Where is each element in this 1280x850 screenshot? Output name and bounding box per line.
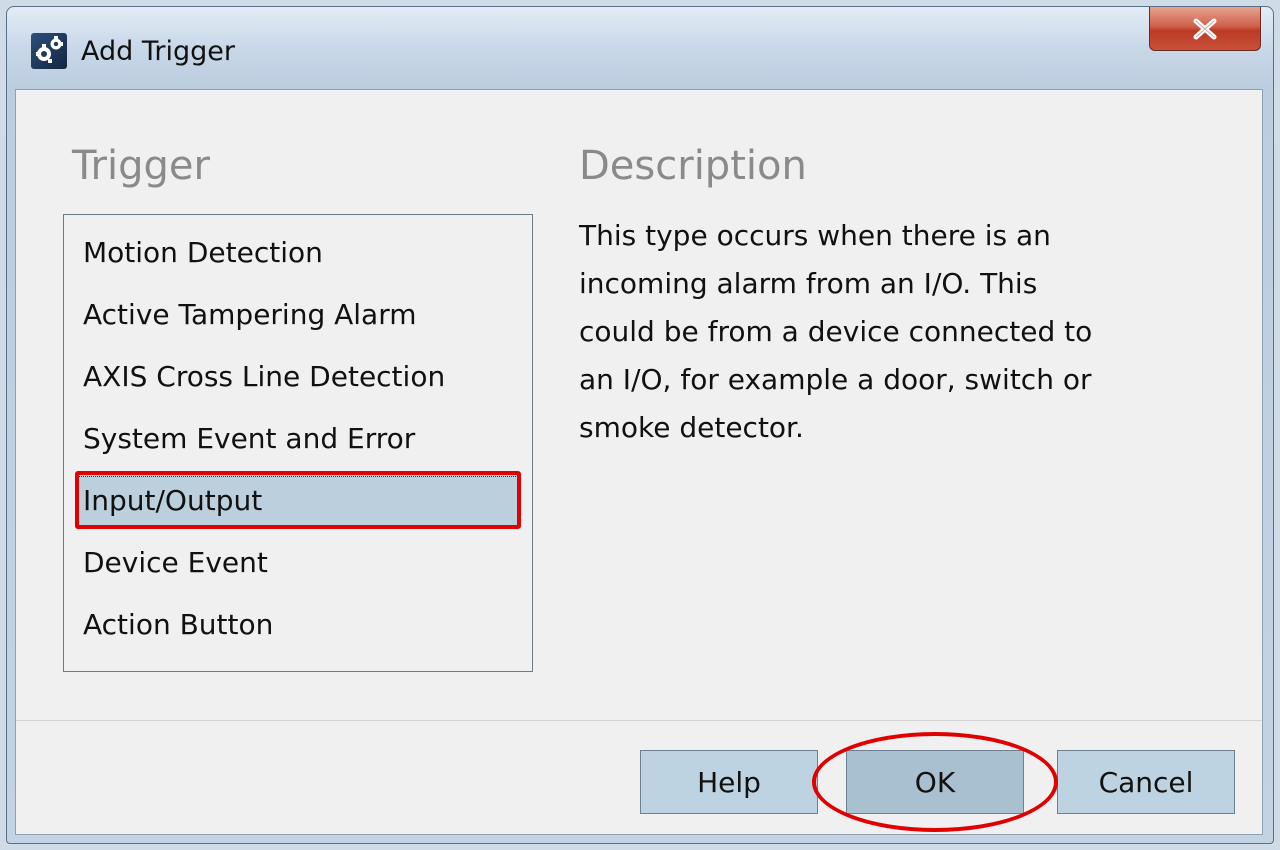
ok-button[interactable]: OK (846, 750, 1024, 814)
list-item-motion-detection[interactable]: Motion Detection (75, 227, 521, 279)
list-item-active-tampering-alarm[interactable]: Active Tampering Alarm (75, 289, 521, 341)
cancel-button[interactable]: Cancel (1057, 750, 1235, 814)
trigger-list[interactable]: Motion Detection Active Tampering Alarm … (63, 214, 533, 672)
list-item-system-event-and-error[interactable]: System Event and Error (75, 413, 521, 465)
description-line: an I/O, for example a door, switch or (579, 363, 1092, 396)
list-item-device-event[interactable]: Device Event (75, 537, 521, 589)
description-line: incoming alarm from an I/O. This (579, 267, 1038, 300)
dialog-client-area: Trigger Description Motion Detection Act… (15, 89, 1263, 835)
list-item-axis-cross-line-detection[interactable]: AXIS Cross Line Detection (75, 351, 521, 403)
trigger-heading: Trigger (72, 143, 210, 189)
close-button[interactable] (1149, 7, 1261, 51)
description-line: could be from a device connected to (579, 315, 1093, 348)
description-heading: Description (579, 143, 807, 189)
footer-divider (16, 720, 1262, 721)
window-title: Add Trigger (81, 36, 235, 67)
description-line: This type occurs when there is an (579, 219, 1051, 252)
close-x-icon (1193, 18, 1217, 39)
description-text: This type occurs when there is an incomi… (579, 212, 1219, 452)
title-bar[interactable]: Add Trigger (7, 7, 1273, 87)
add-trigger-dialog: Add Trigger Trigger Description Motion D… (6, 6, 1274, 844)
help-button[interactable]: Help (640, 750, 818, 814)
list-item-action-button[interactable]: Action Button (75, 599, 521, 651)
gears-icon (31, 33, 67, 69)
list-item-input-output[interactable]: Input/Output (75, 475, 521, 527)
description-line: smoke detector. (579, 411, 804, 444)
